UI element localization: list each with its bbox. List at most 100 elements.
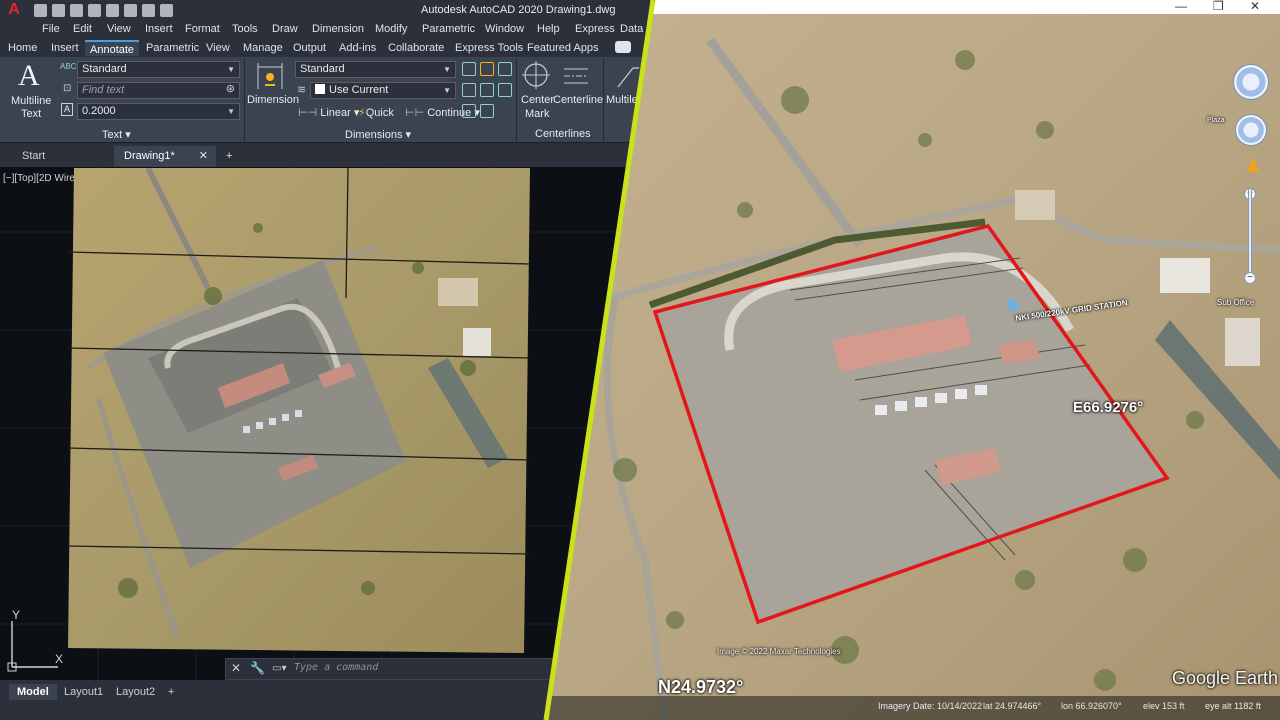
dim-tool-icon[interactable] (462, 104, 476, 118)
tab-express-tools[interactable]: Express Tools (455, 42, 523, 54)
close-icon[interactable]: ✕ (231, 661, 241, 675)
text-style-select[interactable]: Standard ▼ (77, 61, 240, 78)
menu-dimension[interactable]: Dimension (312, 23, 364, 35)
menu-format[interactable]: Format (185, 23, 220, 35)
longitude-readout: lon 66.926070° (1061, 701, 1122, 711)
menu-edit[interactable]: Edit (73, 23, 92, 35)
text-panel-title[interactable]: Text ▾ (102, 128, 131, 141)
ucs-x-label: X (55, 652, 64, 666)
menu-tools[interactable]: Tools (232, 23, 258, 35)
redo-icon[interactable] (160, 3, 173, 17)
dim-tool-icon[interactable] (462, 62, 476, 76)
dim-layer-select[interactable]: Use Current ▼ (310, 82, 456, 99)
zoom-out-icon[interactable]: − (1244, 272, 1256, 284)
dim-tool-icon[interactable] (480, 62, 494, 76)
multiline-label-1: Multiline (11, 95, 52, 107)
open-file-icon[interactable] (52, 3, 65, 17)
north-coordinate-label: N24.9732° (658, 677, 744, 697)
linear-button[interactable]: ⊢⊣ Linear ▾ (298, 106, 359, 119)
tab-view[interactable]: View (206, 42, 230, 54)
find-text-input[interactable]: Find text ⊛ (77, 82, 240, 99)
tab-featured-apps[interactable]: Featured Apps (527, 42, 599, 54)
undo-icon[interactable] (142, 3, 155, 17)
menu-help[interactable]: Help (537, 23, 560, 35)
tab-layout2[interactable]: Layout2 (108, 684, 163, 700)
tab-annotate[interactable]: Annotate (85, 40, 140, 56)
tab-parametric[interactable]: Parametric (146, 42, 199, 54)
move-joystick-icon[interactable] (1235, 114, 1267, 146)
dim-tool-icon[interactable] (462, 83, 476, 97)
workspace-toggle-icon[interactable] (615, 41, 631, 53)
centerline-label: Centerline (553, 94, 604, 106)
tab-layout1[interactable]: Layout1 (56, 684, 111, 700)
multileader-icon (617, 67, 639, 88)
menu-file[interactable]: File (42, 23, 60, 35)
centerlines-panel-title[interactable]: Centerlines (535, 128, 591, 140)
menu-modify[interactable]: Modify (375, 23, 407, 35)
menu-parametric[interactable]: Parametric (422, 23, 475, 35)
new-file-icon[interactable] (34, 3, 47, 17)
dim-style-select[interactable]: Standard ▼ (295, 61, 456, 78)
tab-addins[interactable]: Add-ins (339, 42, 376, 54)
autocad-logo-icon[interactable]: A (0, 0, 28, 20)
menu-view[interactable]: View (107, 23, 131, 35)
add-layout-plus-icon[interactable]: + (160, 684, 182, 700)
close-icon[interactable]: ✕ (199, 146, 208, 166)
quick-button[interactable]: ⚡Quick (358, 106, 394, 119)
center-mark-label-2: Mark (525, 108, 550, 120)
search-icon[interactable]: ⊛ (226, 82, 235, 97)
save-as-icon[interactable] (88, 3, 101, 17)
tab-start[interactable]: Start (12, 146, 112, 167)
street-view-pegman-icon[interactable]: ♟ (1245, 156, 1261, 177)
tab-manage[interactable]: Manage (243, 42, 283, 54)
tab-model[interactable]: Model (9, 684, 57, 700)
tab-collaborate[interactable]: Collaborate (388, 42, 444, 54)
zoom-slider[interactable] (1248, 188, 1252, 280)
chevron-down-icon: ▼ (227, 65, 235, 74)
menu-data[interactable]: Data (620, 23, 643, 35)
satellite-map[interactable] (545, 0, 1280, 720)
text-height-select[interactable]: 0.2000 ▼ (77, 103, 240, 120)
status-bar: Imagery Date: 10/14/2022 lat 24.974466° … (545, 696, 1280, 720)
look-joystick-icon[interactable] (1233, 64, 1269, 100)
east-coordinate-label: E66.9276° (1073, 399, 1144, 416)
dim-tool-icon[interactable] (498, 83, 512, 97)
text-height-value: 0.2000 (82, 105, 116, 117)
tab-home[interactable]: Home (8, 42, 37, 54)
centerline-icon (564, 68, 588, 84)
tab-drawing1[interactable]: Drawing1* ✕ (114, 146, 216, 167)
tab-output[interactable]: Output (293, 42, 326, 54)
find-replace-icon: ⊡ (63, 83, 72, 94)
new-tab-plus-icon[interactable]: + (222, 146, 242, 167)
minimize-button[interactable]: — (1175, 0, 1187, 13)
dim-tool-icon[interactable] (498, 62, 512, 76)
drawing-viewport[interactable]: [−][Top][2D Wireframe] Y X (0, 167, 652, 680)
text-a-icon: A (18, 59, 40, 92)
save-icon[interactable] (70, 3, 83, 17)
dim-tool-icon[interactable] (480, 104, 494, 118)
dimensions-panel-title[interactable]: Dimensions ▾ (345, 128, 411, 141)
close-button[interactable]: ✕ (1250, 0, 1260, 13)
menu-draw[interactable]: Draw (272, 23, 298, 35)
customize-wrench-icon[interactable]: 🔧 (250, 661, 265, 675)
satellite-image-raster[interactable] (68, 168, 530, 653)
dim-tool-icon[interactable] (480, 83, 494, 97)
text-height-icon: A (61, 103, 73, 116)
ribbon-panel: A Multiline Text ABC✓ Standard ▼ ⊡ Find t… (0, 57, 652, 143)
place-label-small[interactable]: Plaza (1207, 117, 1225, 124)
web-mobile-icon[interactable] (106, 3, 119, 17)
autocad-window: A Autodesk AutoCAD 2020 Drawing1.dwg Fil… (0, 0, 652, 720)
menu-insert[interactable]: Insert (145, 23, 173, 35)
command-input[interactable]: Type a command (294, 662, 378, 673)
google-earth-window: — ❐ ✕ ♟ + − NKI 500/220kV GRID STATION S… (545, 0, 1280, 720)
place-label-post-office[interactable]: Sub Office (1217, 298, 1254, 307)
tab-insert[interactable]: Insert (51, 42, 79, 54)
maximize-button[interactable]: ❐ (1213, 0, 1224, 13)
menu-window[interactable]: Window (485, 23, 524, 35)
command-history-icon[interactable]: ▭▾ (272, 663, 286, 674)
menu-bar: File Edit View Insert Format Tools Draw … (0, 20, 652, 39)
menu-express[interactable]: Express (575, 23, 615, 35)
command-line[interactable]: ✕ 🔧 ▭▾ Type a command (225, 658, 555, 680)
multiline-label-2: Text (21, 108, 42, 120)
print-icon[interactable] (124, 3, 137, 17)
